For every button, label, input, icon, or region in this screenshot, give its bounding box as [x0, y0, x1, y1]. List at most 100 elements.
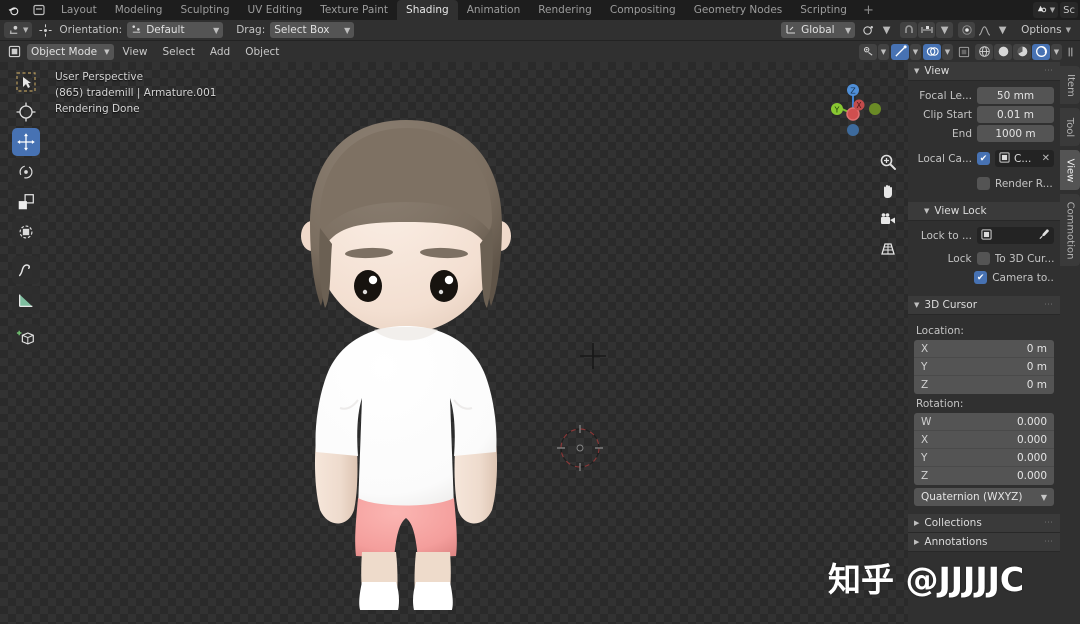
chevron-down-icon[interactable]: ▼ — [878, 22, 895, 38]
object-mode-dropdown[interactable]: Object Mode ▼ — [27, 43, 114, 60]
view-layer-selector[interactable]: Sc — [1060, 2, 1078, 18]
snap-group: ▼ — [900, 22, 954, 38]
options-dropdown[interactable]: Options ▼ — [1016, 22, 1076, 38]
workspace-tab-animation[interactable]: Animation — [458, 0, 530, 20]
3d-viewport[interactable]: User Perspective (865) trademill | Armat… — [0, 62, 908, 624]
workspace-tab-sculpting[interactable]: Sculpting — [171, 0, 238, 20]
navigation-axis-gizmo[interactable]: Z Y X — [818, 68, 888, 138]
workspace-tab-layout[interactable]: Layout — [52, 0, 106, 20]
transform-tool[interactable] — [12, 218, 40, 246]
lock-label: Lock — [947, 252, 972, 265]
workspace-tab-uv-editing[interactable]: UV Editing — [239, 0, 312, 20]
camera-view-icon[interactable] — [878, 210, 898, 230]
show-overlays-icon[interactable] — [923, 43, 941, 60]
viewport-menu-add[interactable]: Add — [204, 46, 236, 58]
clip-start-field[interactable]: 0.01 m — [977, 106, 1054, 123]
toggle-perspective-icon[interactable] — [878, 239, 898, 259]
panel-header-view-lock[interactable]: ▼ View Lock — [908, 202, 1060, 221]
zoom-icon[interactable] — [878, 152, 898, 172]
3d-cursor-tool-icon[interactable] — [14, 100, 38, 124]
viewport-menu-view[interactable]: View — [117, 46, 154, 58]
focal-length-label: Focal Le... — [919, 89, 972, 102]
focal-length-field[interactable]: 50 mm — [977, 87, 1054, 104]
local-camera-checkbox[interactable]: ✔ — [977, 152, 990, 165]
sidebar-tab-tool[interactable]: Tool — [1060, 108, 1080, 146]
orientation-dropdown[interactable]: Default ▼ — [127, 22, 224, 38]
blender-window: Layout Modeling Sculpting UV Editing Tex… — [0, 0, 1080, 624]
shading-rendered-icon[interactable] — [1032, 43, 1050, 60]
workspace-tab-geometry-nodes[interactable]: Geometry Nodes — [685, 0, 792, 20]
camera-to-view-checkbox[interactable]: ✔ — [974, 271, 988, 284]
render-region-checkbox[interactable] — [977, 177, 990, 190]
viewport-menu-object[interactable]: Object — [239, 46, 285, 58]
cursor-rotation-z[interactable]: Z 0.000 — [914, 467, 1054, 485]
lock-to-object-field[interactable] — [977, 227, 1054, 244]
scene-selector[interactable]: ▼ — [1032, 2, 1059, 18]
add-cube-tool[interactable] — [12, 324, 40, 352]
sidebar-tab-commotion[interactable]: Commotion — [1060, 194, 1080, 266]
proportional-edit-icon[interactable] — [958, 22, 976, 38]
chevron-down-icon[interactable]: ▼ — [910, 43, 921, 60]
transform-orientation-dropdown[interactable]: Global ▼ — [781, 22, 856, 38]
panel-title-view-lock: View Lock — [934, 205, 987, 217]
editor-type-icon[interactable] — [4, 44, 24, 60]
active-tool-icon-button[interactable]: ▼ — [4, 22, 33, 38]
sidebar-resize-handle[interactable] — [1064, 43, 1076, 60]
rotation-mode-dropdown[interactable]: Quaternion (WXYZ) ▼ — [914, 488, 1054, 506]
chevron-down-icon[interactable]: ▼ — [936, 22, 954, 38]
editor-menu-icon[interactable] — [26, 0, 52, 20]
snap-target-icon[interactable] — [918, 22, 936, 38]
eyedropper-icon[interactable] — [1038, 228, 1050, 243]
show-gizmo-icon[interactable] — [891, 43, 909, 60]
clip-end-field[interactable]: 1000 m — [977, 125, 1054, 142]
local-camera-object-field[interactable]: C... ✕ — [995, 150, 1054, 167]
cursor-rotation-x[interactable]: X 0.000 — [914, 431, 1054, 449]
shading-wireframe-icon[interactable] — [975, 43, 993, 60]
chevron-down-icon[interactable]: ▼ — [994, 22, 1011, 38]
add-workspace-button[interactable]: + — [856, 0, 881, 20]
rotate-tool[interactable] — [12, 158, 40, 186]
workspace-tab-shading[interactable]: Shading — [397, 0, 458, 20]
panel-header-view[interactable]: ▼ View ⋯ — [908, 62, 1060, 81]
cursor-rotation-w[interactable]: W 0.000 — [914, 413, 1054, 431]
blender-logo-icon[interactable] — [0, 0, 26, 20]
shading-solid-icon[interactable] — [994, 43, 1012, 60]
viewport-menu-select[interactable]: Select — [156, 46, 200, 58]
drag-dropdown[interactable]: Select Box ▼ — [270, 22, 355, 38]
cursor-location-z[interactable]: Z 0 m — [914, 376, 1054, 394]
annotate-tool[interactable] — [12, 256, 40, 284]
sidebar-tab-view[interactable]: View — [1060, 150, 1080, 190]
measure-tool[interactable] — [12, 286, 40, 314]
shading-material-preview-icon[interactable] — [1013, 43, 1031, 60]
xray-toggle-icon[interactable] — [955, 43, 973, 60]
select-box-tool-icon[interactable] — [14, 70, 38, 94]
snap-magnet-icon[interactable] — [900, 22, 918, 38]
transform-pivot-icon[interactable] — [37, 22, 54, 38]
chevron-down-icon[interactable]: ▼ — [1051, 43, 1062, 60]
clear-camera-icon[interactable]: ✕ — [1042, 153, 1050, 164]
chevron-down-icon[interactable]: ▼ — [942, 43, 953, 60]
panel-header-3d-cursor[interactable]: ▼ 3D Cursor ⋯ — [908, 296, 1060, 315]
cursor-location-x[interactable]: X 0 m — [914, 340, 1054, 358]
workspace-tab-texture-paint[interactable]: Texture Paint — [311, 0, 397, 20]
cursor-rotation-y[interactable]: Y 0.000 — [914, 449, 1054, 467]
workspace-tab-modeling[interactable]: Modeling — [106, 0, 172, 20]
pivot-point-icon[interactable] — [860, 22, 877, 38]
sidebar-tab-item[interactable]: Item — [1060, 66, 1080, 104]
workspace-tab-rendering[interactable]: Rendering — [529, 0, 601, 20]
workspace-tab-compositing[interactable]: Compositing — [601, 0, 685, 20]
panel-header-annotations[interactable]: ▶ Annotations ⋯ — [908, 533, 1060, 552]
move-tool[interactable] — [12, 128, 40, 156]
falloff-curve-icon[interactable] — [976, 22, 993, 38]
panel-header-collections[interactable]: ▶ Collections ⋯ — [908, 514, 1060, 533]
workspace-tab-scripting[interactable]: Scripting — [791, 0, 856, 20]
chevron-down-icon[interactable]: ▼ — [878, 43, 889, 60]
cursor-location-y[interactable]: Y 0 m — [914, 358, 1054, 376]
lock-to-3d-cursor-checkbox[interactable] — [976, 252, 990, 265]
scale-tool[interactable] — [12, 188, 40, 216]
pan-hand-icon[interactable] — [878, 181, 898, 201]
object-type-visibility-icon[interactable] — [859, 43, 877, 60]
character-model[interactable] — [296, 100, 516, 616]
cursor-rotation-label: Rotation: — [916, 398, 964, 410]
visibility-group: ▼ — [859, 43, 889, 60]
